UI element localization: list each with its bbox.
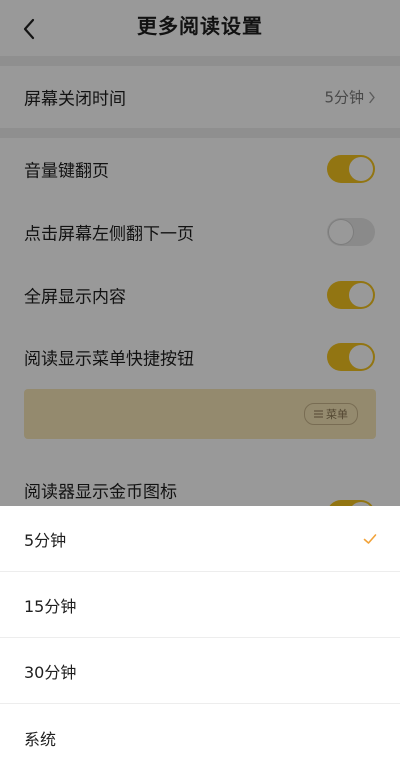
modal-scrim[interactable] [0, 0, 400, 506]
option-label: 15分钟 [24, 596, 77, 616]
screen-off-time-sheet: 5分钟 15分钟 30分钟 系统 [0, 506, 400, 771]
option-label: 系统 [24, 729, 57, 749]
option-30-minutes[interactable]: 30分钟 [0, 638, 400, 704]
option-label: 30分钟 [24, 662, 77, 682]
option-label: 5分钟 [24, 530, 67, 550]
option-5-minutes[interactable]: 5分钟 [0, 506, 400, 572]
checkmark-icon [363, 533, 377, 544]
option-system[interactable]: 系统 [0, 704, 400, 771]
option-15-minutes[interactable]: 15分钟 [0, 572, 400, 638]
